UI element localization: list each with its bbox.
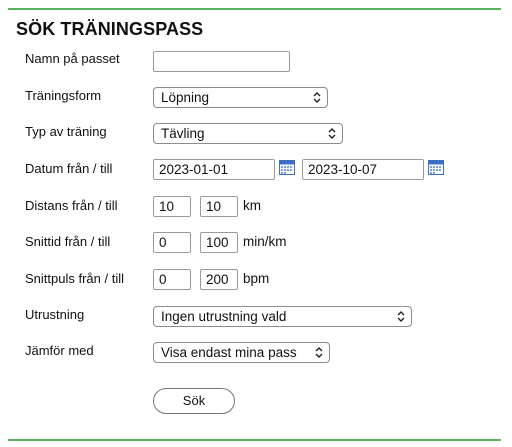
chevron-up-down-icon [328,128,336,139]
date-to-input[interactable]: 2023-10-07 [302,159,424,180]
name-input[interactable] [153,51,290,72]
equipment-label: Utrustning [25,307,85,322]
pace-to-input[interactable]: 100 [200,232,238,253]
chevron-up-down-icon [397,311,405,322]
page-title: SÖK TRÄNINGSPASS [16,19,204,39]
calendar-icon[interactable] [279,160,295,175]
name-label: Namn på passet [25,51,120,66]
equipment-select[interactable]: Ingen utrustning vald [153,306,412,327]
pace-unit: min/km [243,234,287,249]
training-type-value: Tävling [161,126,205,141]
heart-rate-to-input[interactable]: 200 [200,269,238,290]
heart-rate-from-input[interactable]: 0 [153,269,191,290]
bottom-divider [8,439,501,441]
training-form-value: Löpning [161,90,210,105]
pace-label: Snittid från / till [25,234,111,249]
training-form-select[interactable]: Löpning [153,87,328,108]
pace-from-input[interactable]: 0 [153,232,191,253]
heart-rate-unit: bpm [243,271,270,286]
distance-unit: km [243,198,261,213]
training-type-label: Typ av träning [25,124,107,139]
chevron-up-down-icon [313,92,321,103]
search-button[interactable]: Sök [153,388,235,414]
heart-rate-label: Snittpuls från / till [25,271,124,286]
distance-label: Distans från / till [25,198,118,213]
date-label: Datum från / till [25,161,113,176]
compare-select[interactable]: Visa endast mina pass [153,342,330,363]
equipment-value: Ingen utrustning vald [161,309,287,324]
distance-from-input[interactable]: 10 [153,196,191,217]
training-type-select[interactable]: Tävling [153,123,343,144]
training-form-label: Träningsform [25,88,102,103]
calendar-icon[interactable] [428,160,444,175]
top-divider [8,8,501,10]
compare-value: Visa endast mina pass [161,345,297,360]
compare-label: Jämför med [25,343,94,358]
date-from-input[interactable]: 2023-01-01 [153,159,275,180]
distance-to-input[interactable]: 10 [200,196,238,217]
chevron-up-down-icon [315,347,323,358]
